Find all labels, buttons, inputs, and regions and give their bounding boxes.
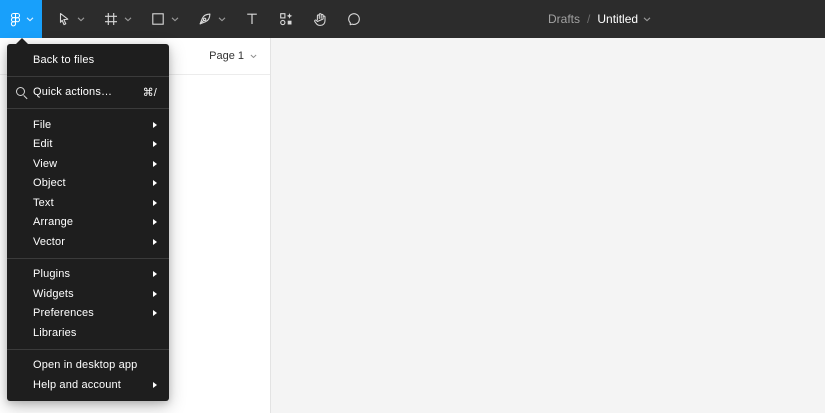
menu-item-label: Help and account [33, 378, 122, 391]
toolbar: Drafts / Untitled [0, 0, 825, 38]
submenu-arrow-icon [153, 271, 157, 278]
menu-item-label: Object [33, 177, 66, 190]
menu-section: File Edit View Object Text Arrange Vector [7, 108, 169, 252]
menu-item-label: Vector [33, 235, 66, 248]
menu-item-file[interactable]: File [7, 115, 169, 135]
menu-item-label: Quick actions… [33, 86, 113, 99]
menu-item-label: Preferences [33, 307, 94, 320]
chevron-down-icon [26, 16, 34, 22]
submenu-arrow-icon [153, 290, 157, 297]
menu-item-plugins[interactable]: Plugins [7, 265, 169, 285]
menu-item-arrange[interactable]: Arrange [7, 213, 169, 233]
resources-tool-button[interactable] [269, 0, 303, 38]
menu-item-label: Libraries [33, 326, 77, 339]
submenu-arrow-icon [153, 381, 157, 388]
submenu-arrow-icon [153, 160, 157, 167]
menu-item-label: Widgets [33, 287, 74, 300]
menu-item-label: Text [33, 196, 54, 209]
actions-icon [278, 11, 294, 27]
menu-item-edit[interactable]: Edit [7, 135, 169, 155]
submenu-arrow-icon [153, 310, 157, 317]
chevron-down-icon[interactable] [77, 16, 85, 22]
menu-section: Open in desktop app Help and account [7, 348, 169, 395]
tool-group [47, 0, 371, 38]
text-icon [244, 11, 260, 27]
menu-item-help-and-account[interactable]: Help and account [7, 375, 169, 395]
menu-item-label: Open in desktop app [33, 359, 138, 372]
menu-item-text[interactable]: Text [7, 193, 169, 213]
menu-item-back-to-files[interactable]: Back to files [7, 50, 169, 70]
figma-logo-icon [8, 12, 23, 27]
chevron-down-icon[interactable] [218, 16, 226, 22]
comment-icon [346, 11, 362, 27]
menu-item-label: Arrange [33, 216, 74, 229]
cursor-icon [56, 11, 72, 27]
menu-item-label: Edit [33, 138, 53, 151]
canvas[interactable] [272, 38, 825, 413]
menu-item-vector[interactable]: Vector [7, 232, 169, 252]
pen-icon [197, 11, 213, 27]
menu-item-label: View [33, 157, 58, 170]
submenu-arrow-icon [153, 121, 157, 128]
breadcrumb: Drafts / Untitled [548, 0, 651, 38]
hand-tool-button[interactable] [303, 0, 337, 38]
submenu-arrow-icon [153, 141, 157, 148]
submenu-arrow-icon [153, 219, 157, 226]
page-selector-label: Page 1 [209, 50, 244, 62]
rectangle-icon [150, 11, 166, 27]
pen-tool-button[interactable] [188, 0, 235, 38]
menu-section: Back to files [7, 50, 169, 70]
figma-menu-dropdown: Back to files Quick actions… ⌘/ File Edit Vie… [7, 38, 169, 401]
menu-item-libraries[interactable]: Libraries [7, 323, 169, 343]
menu-item-widgets[interactable]: Widgets [7, 284, 169, 304]
chevron-down-icon[interactable] [124, 16, 132, 22]
submenu-arrow-icon [153, 199, 157, 206]
menu-item-quick-actions[interactable]: Quick actions… ⌘/ [7, 83, 169, 103]
text-tool-button[interactable] [235, 0, 269, 38]
menu-item-label: Back to files [33, 53, 95, 66]
chevron-down-icon [643, 16, 651, 22]
menu-item-label: Plugins [33, 268, 71, 281]
submenu-arrow-icon [153, 180, 157, 187]
breadcrumb-folder[interactable]: Drafts [548, 12, 580, 26]
frame-icon [103, 11, 119, 27]
menu-section: Quick actions… ⌘/ [7, 75, 169, 103]
move-tool-button[interactable] [47, 0, 94, 38]
search-icon [16, 86, 28, 99]
hand-icon [312, 11, 328, 27]
comment-tool-button[interactable] [337, 0, 371, 38]
main-menu-button[interactable] [0, 0, 42, 38]
menu-section: Plugins Widgets Preferences Libraries [7, 257, 169, 343]
menu-item-object[interactable]: Object [7, 174, 169, 194]
chevron-down-icon [250, 54, 257, 59]
submenu-arrow-icon [153, 238, 157, 245]
menu-item-open-in-desktop-app[interactable]: Open in desktop app [7, 356, 169, 376]
menu-item-preferences[interactable]: Preferences [7, 304, 169, 324]
frame-tool-button[interactable] [94, 0, 141, 38]
chevron-down-icon[interactable] [171, 16, 179, 22]
menu-item-shortcut: ⌘/ [142, 86, 157, 99]
shape-tool-button[interactable] [141, 0, 188, 38]
file-name-menu[interactable]: Untitled [597, 12, 651, 26]
menu-item-view[interactable]: View [7, 154, 169, 174]
file-name: Untitled [597, 12, 639, 26]
menu-item-label: File [33, 118, 52, 131]
breadcrumb-divider: / [587, 12, 591, 26]
